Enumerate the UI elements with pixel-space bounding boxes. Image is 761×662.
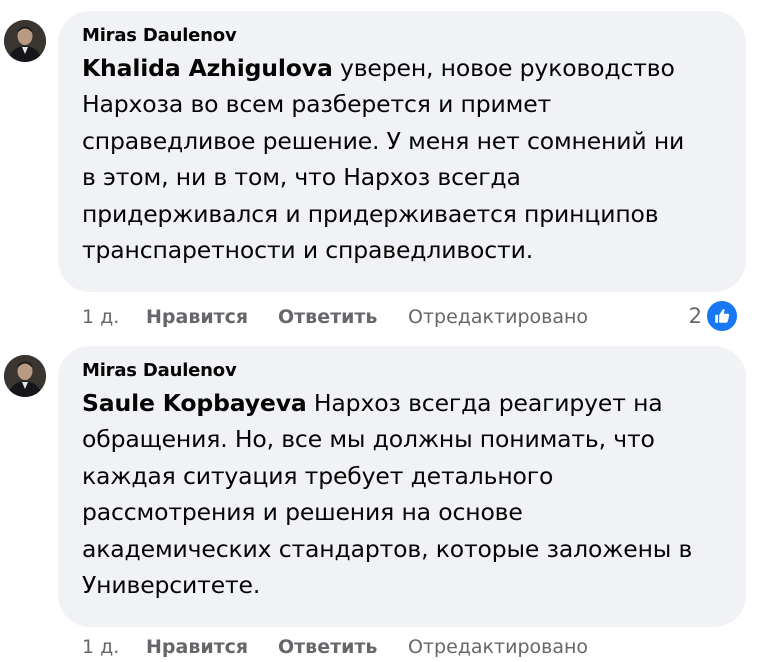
- like-button[interactable]: Нравится: [146, 306, 278, 328]
- edited-label[interactable]: Отредактировано: [408, 306, 588, 328]
- comment-timestamp[interactable]: 1 д.: [82, 636, 146, 658]
- comment-bubble: Miras Daulenov Khalida Azhigulova уверен…: [58, 11, 746, 292]
- comment-timestamp[interactable]: 1 д.: [82, 306, 146, 328]
- like-button[interactable]: Нравится: [146, 636, 278, 658]
- comment-actions: 1 д. Нравится Ответить Отредактировано: [82, 632, 588, 662]
- avatar-image: [4, 355, 46, 397]
- comment-text-line: Университете.: [82, 571, 261, 600]
- avatar[interactable]: [4, 20, 46, 62]
- reply-button[interactable]: Ответить: [278, 306, 408, 328]
- comment-text: Saule Kopbayeva Нархоз всегда реагирует …: [82, 385, 726, 603]
- comment-text-line: уверен, новое руководство: [332, 54, 675, 82]
- like-icon: [705, 299, 739, 333]
- comment-bubble: Miras Daulenov Saule Kopbayeva Нархоз вс…: [58, 346, 746, 627]
- comment-text: Khalida Azhigulova уверен, новое руковод…: [82, 50, 726, 268]
- reaction-summary[interactable]: 2: [689, 298, 739, 334]
- reply-button[interactable]: Ответить: [278, 636, 408, 658]
- comment-actions: 1 д. Нравится Ответить Отредактировано: [82, 302, 588, 332]
- reaction-count: 2: [688, 304, 702, 328]
- comment-text-line: Нархоз всегда реагирует на: [306, 389, 663, 417]
- mention-link[interactable]: Saule Kopbayeva: [82, 389, 307, 417]
- comment-text-line: рассмотрения и решения на основе: [82, 498, 523, 527]
- comment-text-line: в этом, ни в том, что Нархоз всегда: [82, 163, 521, 192]
- mention-link[interactable]: Khalida Azhigulova: [82, 54, 333, 82]
- comment-text-line: справедливое решение. У меня нет сомнени…: [82, 126, 685, 155]
- avatar-image: [4, 20, 46, 62]
- comment-author[interactable]: Miras Daulenov: [82, 358, 726, 384]
- comment-text-line: академических стандартов, которые заложе…: [82, 534, 693, 563]
- comment-text-line: придерживался и придерживается принципов: [82, 199, 659, 228]
- comment-text-line: обращения. Но, все мы должны понимать, ч…: [82, 425, 655, 454]
- avatar[interactable]: [4, 355, 46, 397]
- comment-text-line: транспаретности и справедливости.: [82, 236, 534, 265]
- comment-text-line: каждая ситуация требует детального: [82, 461, 554, 490]
- edited-label[interactable]: Отредактировано: [408, 636, 588, 658]
- comment-text-line: Нархоза во всем разберется и примет: [82, 90, 552, 119]
- comment-author[interactable]: Miras Daulenov: [82, 23, 726, 49]
